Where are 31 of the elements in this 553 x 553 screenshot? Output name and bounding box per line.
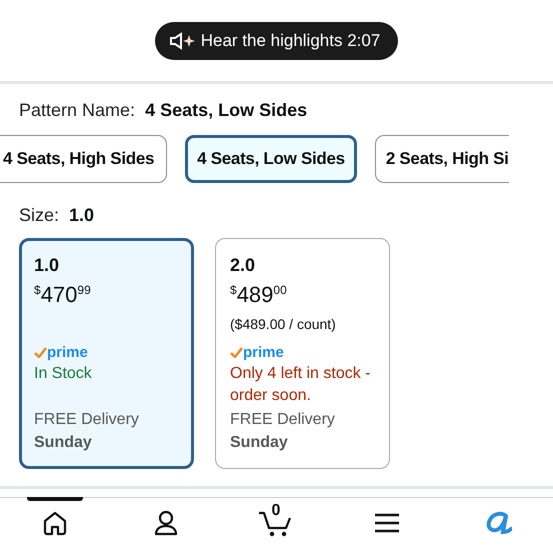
audio-highlights-button[interactable]: Hear the highlights 2:07 [154, 22, 398, 60]
pattern-value: 4 Seats, Low Sides [145, 100, 308, 121]
account-icon [152, 509, 179, 537]
size-label: Size: [19, 205, 60, 226]
price: $^{$}$470$^{99}$ [34, 282, 91, 308]
pattern-option[interactable]: 4 Seats, High Sides [0, 135, 168, 183]
size-text: 2.0 [230, 255, 256, 276]
unit-price: ($489.00 / count) [230, 316, 336, 334]
assistant-logo-icon [484, 510, 512, 536]
delivery-day: Sunday [34, 434, 92, 452]
cart-count: 0 [271, 502, 280, 520]
delivery-text: FREE Delivery [230, 411, 335, 429]
speaker-sparkle-icon [168, 32, 195, 50]
delivery-day: Sunday [230, 434, 288, 452]
prime-label: prime [243, 344, 284, 361]
cart-tab[interactable]: 0 [221, 498, 332, 548]
check-icon [34, 347, 47, 358]
pattern-label: Pattern Name: [19, 100, 136, 121]
check-icon [230, 347, 243, 358]
price: $^{$}$489$^{00}$ [230, 282, 287, 308]
size-option-card[interactable]: 2.0 $^{$}$489$^{00}$ ($489.00 / count) prime Only 4 left in stock - order soon. FREE Delivery Sunday [215, 238, 390, 469]
stock-status: In Stock [34, 364, 92, 384]
stock-status: Only 4 left in stock - order soon. [230, 364, 372, 406]
pattern-option[interactable]: 2 Seats, High Si [374, 135, 509, 183]
delivery-text: FREE Delivery [34, 411, 139, 429]
prime-label: prime [47, 344, 88, 361]
menu-icon [374, 512, 400, 534]
pattern-option[interactable]: 4 Seats, Low Sides [185, 135, 357, 183]
size-text: 1.0 [34, 255, 60, 276]
size-value: 1.0 [69, 205, 94, 226]
size-option-card[interactable]: 1.0 $^{$}$470$^{99}$ prime In Stock FREE Delivery Sunday [19, 238, 194, 469]
